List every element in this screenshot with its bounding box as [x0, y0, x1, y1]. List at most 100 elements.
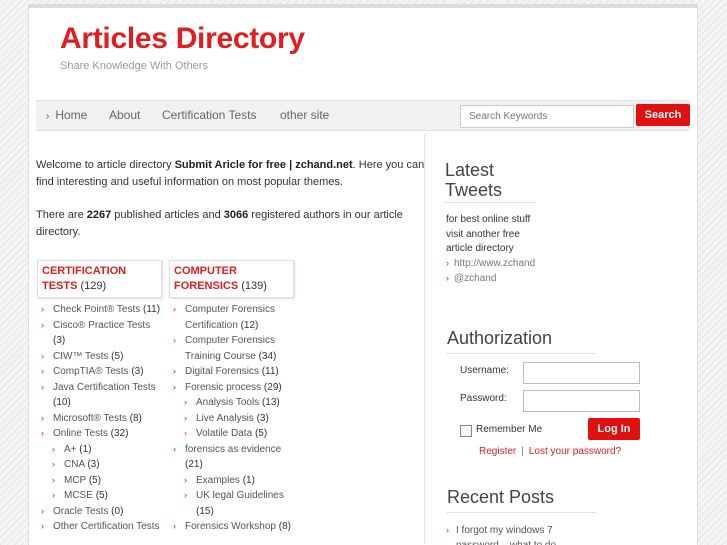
auth-links: Register | Lost your password? [479, 446, 621, 457]
category-item-link[interactable]: Forensics Workshop [185, 521, 276, 532]
arrow-right-icon: › [41, 350, 44, 361]
username-field[interactable] [523, 362, 640, 384]
category-item[interactable]: › Oracle Tests (0) [37, 504, 162, 520]
category-title[interactable]: COMPUTER FORENSICS [174, 265, 238, 292]
category-item-link[interactable]: Microsoft® Tests [53, 413, 127, 424]
category-list: › Check Point® Tests (11) › Cisco® Practice… [37, 302, 162, 535]
category-header[interactable]: COMPUTER FORENSICS (139) [169, 260, 294, 298]
remember-me-checkbox[interactable] [460, 425, 472, 437]
category-item[interactable]: › Microsoft® Tests (8) [37, 411, 162, 427]
category-header[interactable]: CERTIFICATION TESTS (129) [37, 260, 162, 298]
category-item-link[interactable]: Examples [196, 475, 240, 486]
main-nav: › Home About Certification Tests other si… [36, 100, 690, 131]
category-item[interactable]: › MCP (5) [37, 473, 162, 489]
category-item[interactable]: › Forensics Workshop (8) [169, 519, 294, 535]
category-item[interactable]: › Computer Forensics Certification (12) [169, 302, 294, 333]
search-button[interactable]: Search [636, 104, 690, 126]
link-separator: | [521, 446, 524, 457]
category-item-link[interactable]: Check Point® Tests [53, 304, 140, 315]
arrow-right-icon: › [41, 366, 44, 376]
category-item[interactable]: › UK legal Guidelines (15) [169, 488, 294, 519]
category-item-count: (15) [196, 505, 214, 517]
tweet-user-link[interactable]: › @zchand [446, 273, 538, 284]
category-item-link[interactable]: Computer Forensics Certification [185, 304, 275, 331]
welcome-paragraph: Welcome to article directory Submit Aric… [36, 157, 436, 191]
category-item[interactable]: › Examples (1) [169, 473, 294, 489]
arrow-right-icon: › [184, 412, 187, 423]
tweet-link-text[interactable]: http://www.zchand [454, 258, 535, 269]
nav-item-certification-tests[interactable]: Certification Tests [162, 108, 256, 122]
category-item-count: (1) [79, 443, 92, 455]
category-item[interactable]: › A+ (1) [37, 442, 162, 458]
stats-prefix: There are [36, 209, 87, 221]
category-item-count: (21) [185, 459, 203, 470]
category-item[interactable]: › CompTIA® Tests (3) [37, 364, 162, 380]
category-item-link[interactable]: Live Analysis [196, 413, 254, 424]
category-item-link[interactable]: CompTIA® Tests [53, 366, 129, 377]
category-item-count: (10) [53, 397, 71, 408]
password-field[interactable] [523, 390, 640, 412]
site-title[interactable]: Articles Directory [60, 22, 305, 56]
site-name: Submit Aricle for free | zchand.net [174, 159, 353, 171]
category-item[interactable]: › Other Certification Tests [37, 519, 162, 535]
category-item-link[interactable]: CIW™ Tests [53, 351, 108, 362]
category-item-link[interactable]: forensics as evidence [185, 444, 281, 455]
intro-text: Welcome to article directory Submit Aric… [36, 157, 436, 241]
category-item-link[interactable]: Digital Forensics [185, 366, 259, 377]
category-item[interactable]: › Check Point® Tests (11) [37, 302, 162, 318]
recent-post-item[interactable]: › I forgot my windows 7 password – what t… [446, 523, 561, 545]
arrow-right-icon: › [46, 111, 50, 122]
category-item[interactable]: › MCSE (5) [37, 488, 162, 504]
arrow-right-icon: › [173, 366, 176, 376]
nav-item-about[interactable]: About [109, 108, 140, 122]
remember-me-label[interactable]: Remember Me [476, 424, 542, 435]
search-input[interactable] [460, 105, 634, 128]
category-item-link[interactable]: Java Certification Tests [53, 382, 156, 393]
arrow-right-icon: › [173, 304, 176, 314]
arrow-right-icon: › [446, 258, 449, 268]
arrow-right-icon: › [41, 521, 44, 531]
category-item-link[interactable]: MCSE [64, 490, 93, 501]
category-item[interactable]: › Online Tests (32) [37, 426, 162, 442]
category-item[interactable]: › Java Certification Tests (10) [37, 380, 162, 411]
category-item[interactable]: › CNA (3) [37, 457, 162, 473]
category-item-link[interactable]: Cisco® Practice Tests [53, 320, 150, 331]
category-count: (139) [241, 280, 267, 292]
category-item[interactable]: › Analysis Tools (13) [169, 395, 294, 411]
category-item-count: (3) [131, 366, 144, 377]
tweet-link[interactable]: › http://www.zchand [446, 258, 538, 269]
category-item-link[interactable]: Analysis Tools [196, 397, 259, 408]
site-tagline: Share Knowledge With Others [60, 60, 208, 72]
tweet-user-text[interactable]: @zchand [454, 273, 496, 284]
category-item-link[interactable]: Online Tests [53, 428, 108, 439]
category-item[interactable]: › Computer Forensics Training Course (34) [169, 333, 294, 364]
arrow-right-icon: › [41, 412, 44, 423]
login-button[interactable]: Log In [588, 418, 640, 440]
category-item-count: (32) [110, 428, 129, 439]
category-item-link[interactable]: Volatile Data [196, 428, 252, 439]
category-item-link[interactable]: Forensic process [185, 382, 261, 393]
category-item[interactable]: › Cisco® Practice Tests (3) [37, 318, 162, 349]
category-item-link[interactable]: A+ [64, 444, 77, 455]
nav-item-other-site[interactable]: other site [280, 108, 329, 122]
category-item[interactable]: › forensics as evidence (21) [169, 442, 294, 473]
nav-item-home[interactable]: › Home [46, 108, 87, 122]
category-item-count: (1) [242, 474, 255, 486]
category-item[interactable]: › Volatile Data (5) [169, 426, 294, 442]
category-item-link[interactable]: MCP [64, 475, 86, 486]
category-item-count: (12) [240, 319, 259, 331]
category-item-link[interactable]: UK legal Guidelines [196, 490, 284, 501]
category-item[interactable]: › Digital Forensics (11) [169, 364, 294, 380]
arrow-right-icon: › [173, 521, 176, 531]
register-link[interactable]: Register [479, 446, 516, 457]
recent-post-link[interactable]: I forgot my windows 7 password – what to… [456, 525, 556, 545]
arrow-right-icon: › [173, 381, 176, 392]
category-item[interactable]: › Live Analysis (3) [169, 411, 294, 427]
category-item[interactable]: › Forensic process (29) [169, 380, 294, 396]
category-item-link[interactable]: Other Certification Tests [53, 521, 160, 532]
category-item[interactable]: › CIW™ Tests (5) [37, 349, 162, 365]
category-item-link[interactable]: CNA [64, 459, 85, 470]
arrow-right-icon: › [52, 474, 55, 485]
category-item-link[interactable]: Oracle Tests [53, 506, 108, 517]
lost-password-link[interactable]: Lost your password? [529, 446, 621, 457]
